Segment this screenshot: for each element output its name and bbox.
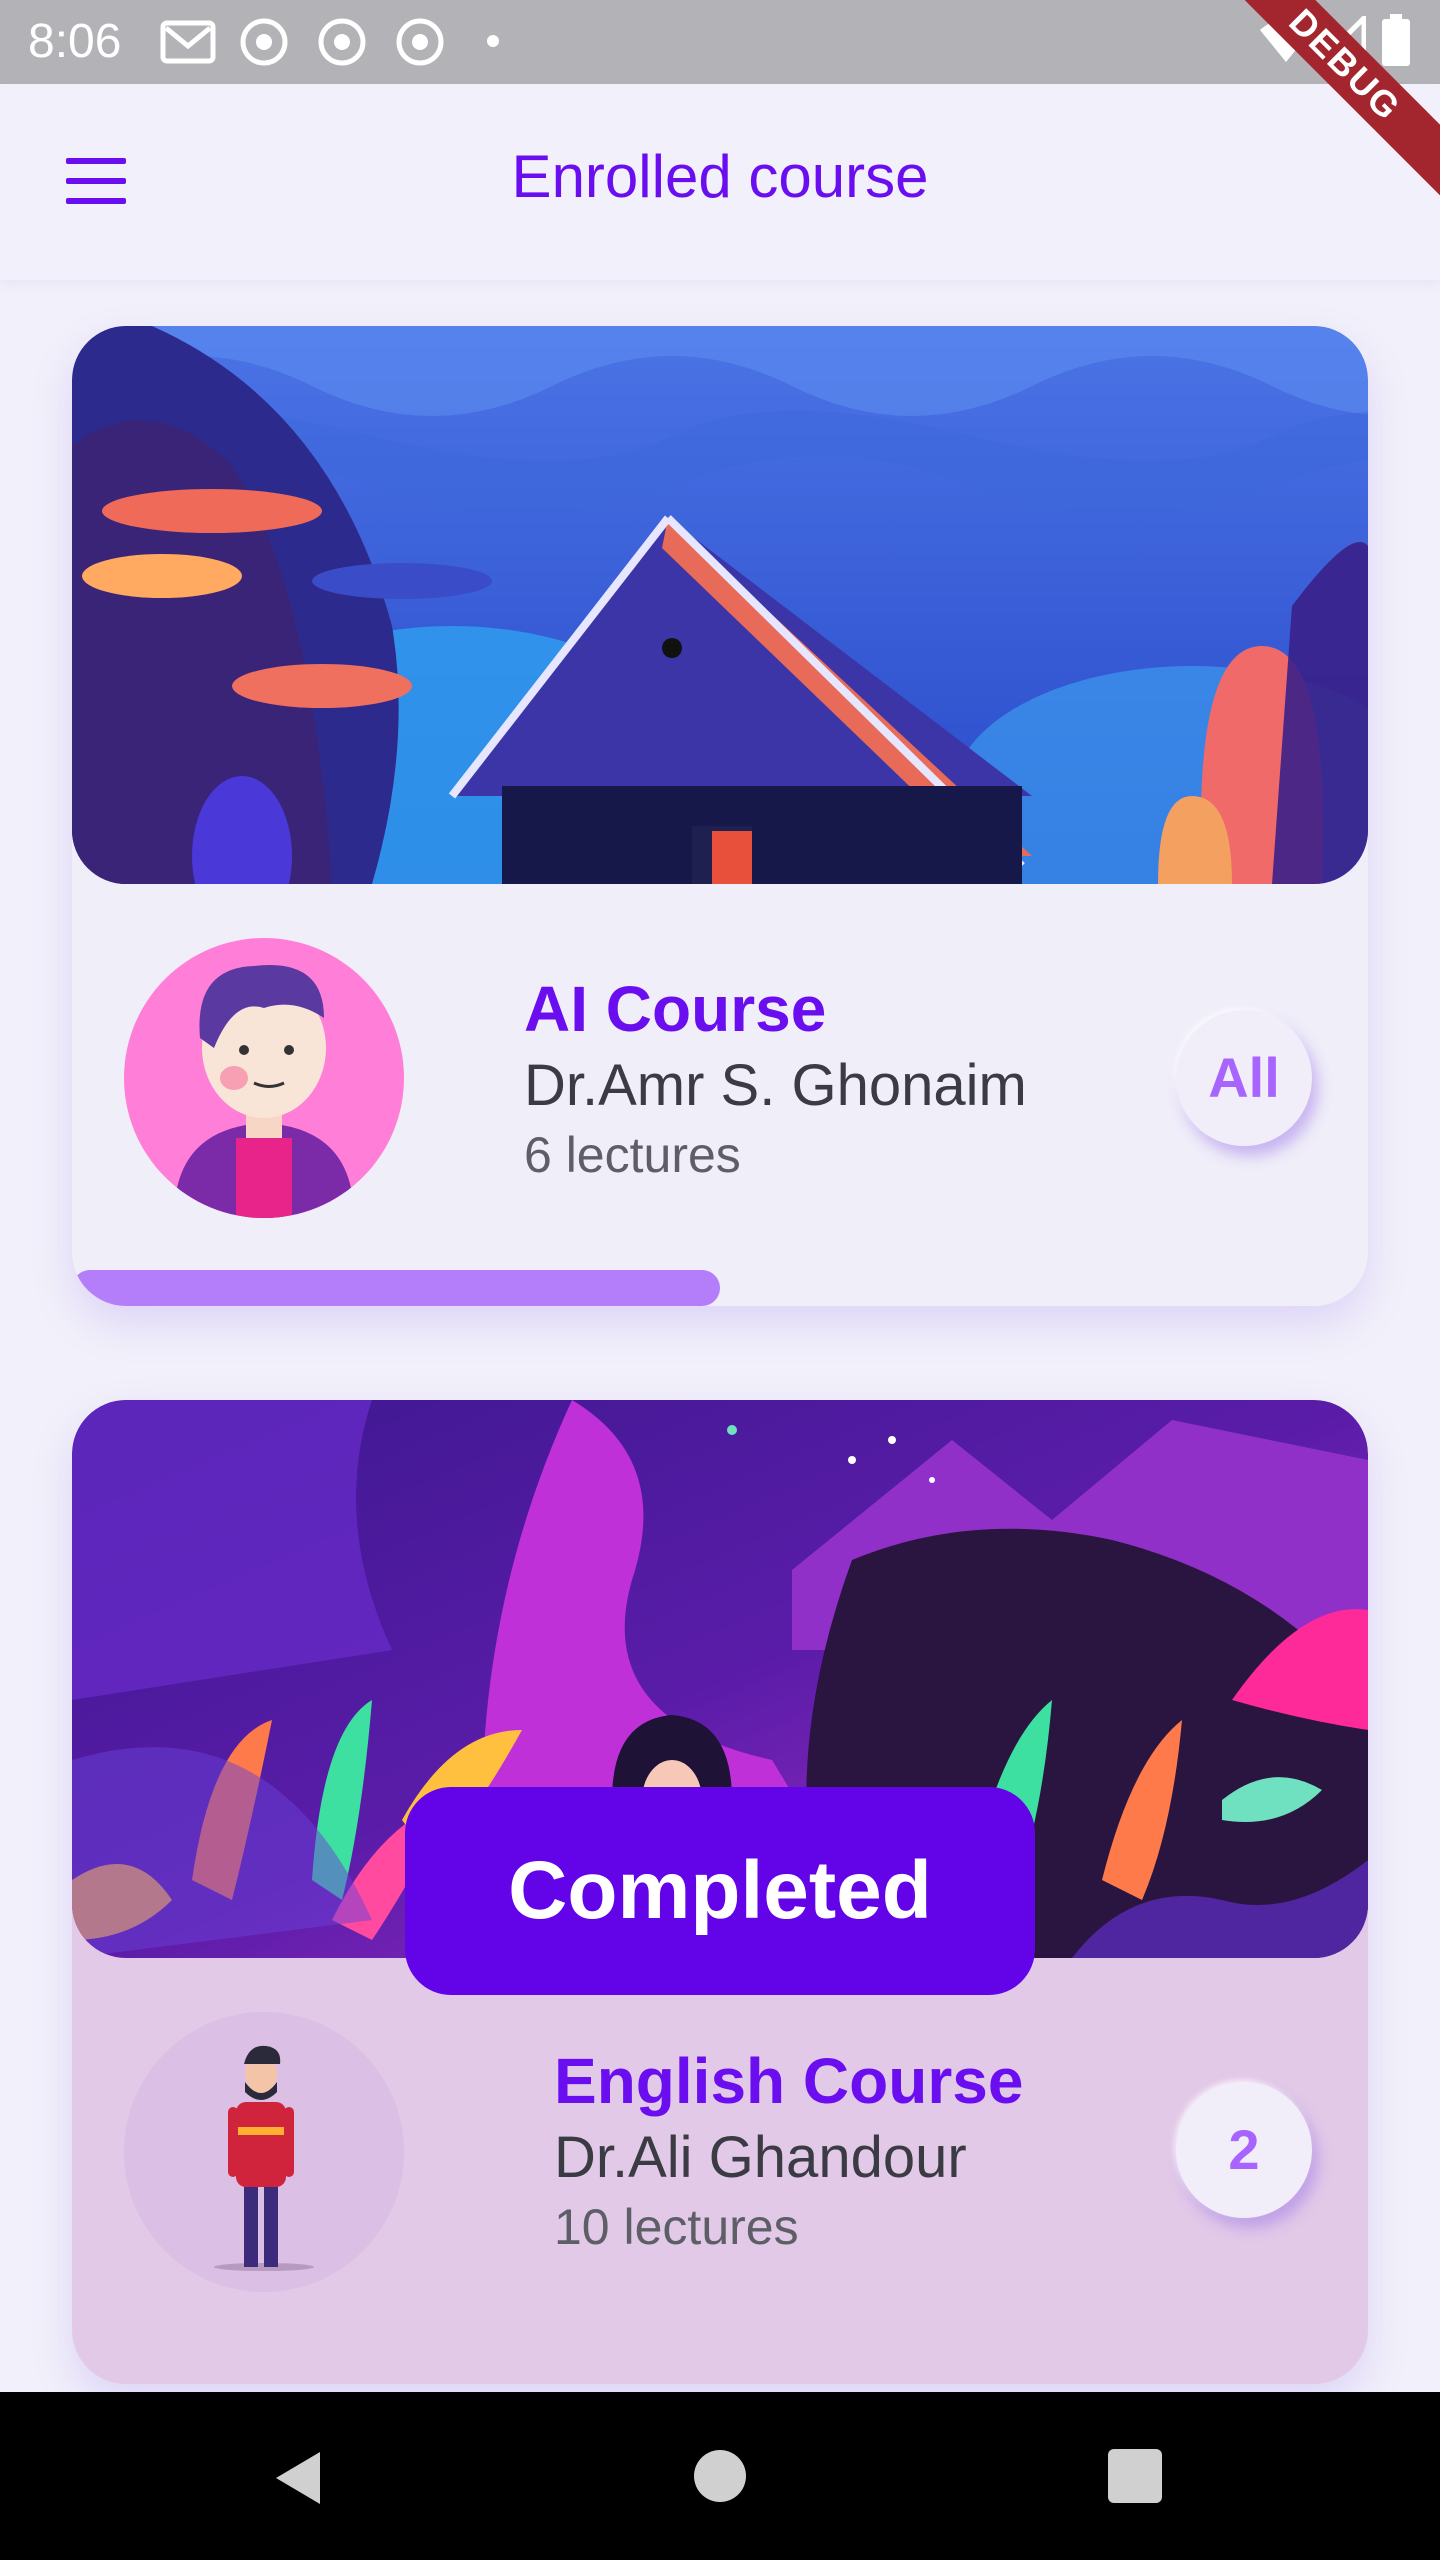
app-bar: Enrolled course (0, 84, 1440, 280)
completed-button[interactable]: Completed (405, 1787, 1035, 1995)
chrome-icon (396, 18, 444, 66)
course-teacher: Dr.Amr S. Ghonaim (524, 1053, 1027, 1118)
recent-apps-icon[interactable] (1108, 2449, 1162, 2503)
battery-icon (1382, 14, 1410, 66)
lectures-badge[interactable]: 2 (1176, 2082, 1312, 2218)
house-landscape-illustration (72, 326, 1368, 884)
chrome-icon (240, 18, 288, 66)
lectures-badge[interactable]: All (1176, 1010, 1312, 1146)
course-teacher: Dr.Ali Ghandour (554, 2125, 967, 2190)
course-lectures: 10 lectures (554, 2199, 799, 2255)
course-lectures: 6 lectures (524, 1127, 741, 1183)
boy-avatar-illustration (124, 938, 404, 1218)
page-title: Enrolled course (511, 143, 929, 210)
home-icon[interactable] (694, 2450, 746, 2502)
course-title: English Course (554, 2045, 1024, 2117)
chrome-icon (318, 18, 366, 66)
status-time: 8:06 (28, 15, 122, 68)
status-bar: 8:06 (0, 0, 1440, 84)
system-nav-bar (0, 2392, 1440, 2560)
gmail-icon (160, 20, 216, 64)
course-title: AI Course (524, 973, 827, 1045)
course-progress-bar (72, 1270, 720, 1306)
man-standing-illustration (124, 2012, 404, 2292)
course-card-ai[interactable]: AI Course Dr.Amr S. Ghonaim 6 lectures A… (72, 326, 1368, 1306)
dot-icon (487, 35, 499, 47)
back-icon[interactable] (270, 2448, 330, 2508)
